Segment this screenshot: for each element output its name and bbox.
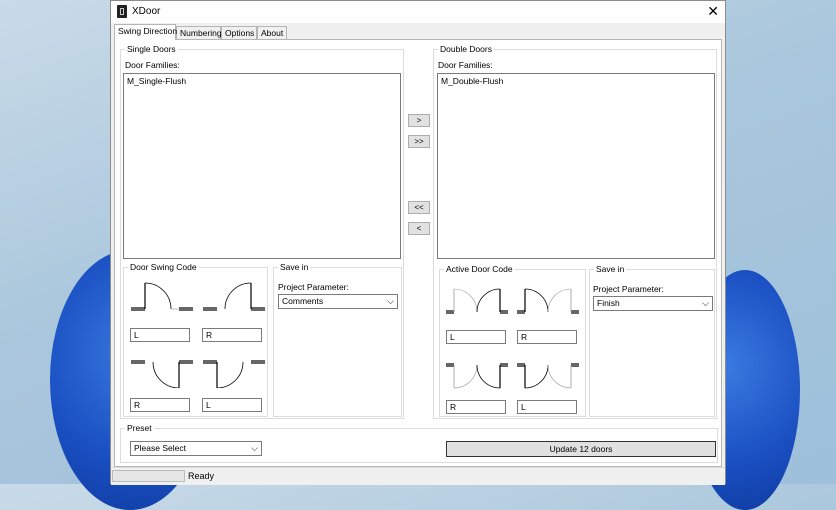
door-swing-code-title: Door Swing Code (130, 262, 197, 272)
preset-value: Please Select (134, 443, 186, 453)
tab-content: Single Doors Door Families: M_Single-Flu… (114, 39, 722, 467)
chevron-down-icon: ⌵ (387, 296, 394, 306)
double-door-right-active-icon (517, 288, 579, 314)
move-left-button[interactable]: < (408, 222, 430, 235)
double-door-in-right-active-icon (446, 363, 508, 389)
tab-numbering[interactable]: Numbering (176, 26, 222, 39)
door-swing-in-right-icon (131, 360, 193, 388)
app-door-icon (117, 5, 127, 18)
status-bar: Ready (111, 467, 725, 485)
double-doors-title: Double Doors (440, 44, 492, 54)
double-project-parameter-value: Finish (597, 298, 620, 308)
door-swing-right-icon (203, 282, 265, 311)
tab-about[interactable]: About (257, 26, 287, 39)
move-all-left-button[interactable]: << (408, 201, 430, 214)
window-title: XDoor (132, 6, 161, 17)
double-door-in-left-active-icon (517, 363, 579, 389)
active-code-input-1[interactable]: L (446, 330, 506, 344)
preset-title: Preset (127, 423, 152, 433)
swing-code-input-2[interactable]: R (202, 328, 262, 342)
update-doors-button[interactable]: Update 12 doors (446, 441, 716, 457)
double-project-parameter-label: Project Parameter: (593, 284, 664, 294)
single-doors-title: Single Doors (127, 44, 176, 54)
chevron-down-icon: ⌵ (702, 298, 709, 308)
status-text: Ready (188, 471, 215, 481)
double-save-in-title: Save in (596, 264, 625, 274)
double-door-left-active-icon (446, 288, 508, 314)
close-button[interactable]: ✕ (707, 4, 719, 18)
active-door-code-title: Active Door Code (446, 264, 513, 274)
double-project-parameter-select[interactable]: Finish ⌵ (593, 296, 713, 311)
active-code-input-4[interactable]: L (517, 400, 577, 414)
double-families-list[interactable]: M_Double-Flush (437, 73, 715, 259)
list-item[interactable]: M_Double-Flush (441, 76, 503, 86)
chevron-down-icon: ⌵ (251, 443, 258, 453)
single-families-label: Door Families: (125, 60, 180, 70)
single-project-parameter-select[interactable]: Comments ⌵ (278, 294, 398, 309)
single-save-in-title: Save in (280, 262, 309, 272)
swing-code-input-4[interactable]: L (202, 398, 262, 412)
title-bar: XDoor ✕ (111, 1, 725, 23)
xdoor-window: XDoor ✕ Swing Direction Numbering Option… (110, 0, 726, 485)
tab-options[interactable]: Options (221, 26, 257, 39)
swing-code-input-1[interactable]: L (130, 328, 190, 342)
active-code-input-3[interactable]: R (446, 400, 506, 414)
preset-select[interactable]: Please Select ⌵ (130, 441, 262, 456)
move-all-right-button[interactable]: >> (408, 135, 430, 148)
active-code-input-2[interactable]: R (517, 330, 577, 344)
single-families-list[interactable]: M_Single-Flush (123, 73, 401, 259)
move-right-button[interactable]: > (408, 114, 430, 127)
list-item[interactable]: M_Single-Flush (127, 76, 186, 86)
single-project-parameter-value: Comments (282, 296, 324, 306)
door-swing-left-icon (131, 282, 193, 311)
single-project-parameter-label: Project Parameter: (278, 282, 349, 292)
progress-bar (112, 470, 185, 482)
double-families-label: Door Families: (438, 60, 493, 70)
tab-swing-direction[interactable]: Swing Direction (114, 24, 177, 40)
door-swing-in-left-icon (203, 360, 265, 388)
swing-code-input-3[interactable]: R (130, 398, 190, 412)
